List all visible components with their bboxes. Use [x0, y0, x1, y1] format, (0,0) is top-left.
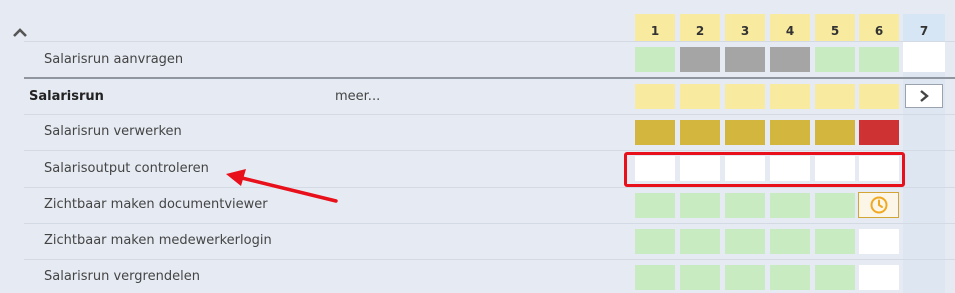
annotation-arrow — [226, 169, 338, 203]
